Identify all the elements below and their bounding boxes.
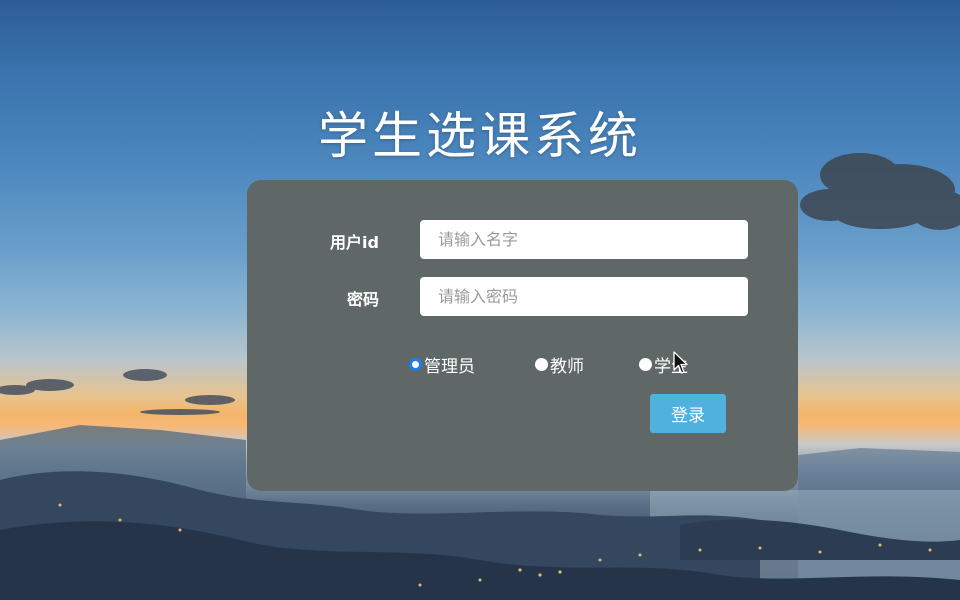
role-label-teacher: 教师 (550, 357, 584, 377)
mouse-pointer-icon (673, 351, 688, 374)
login-button[interactable]: 登录 (650, 394, 726, 433)
password-label: 密码 (346, 290, 379, 309)
user-id-input[interactable] (420, 220, 748, 259)
user-id-label: 用户id (330, 233, 379, 252)
role-option-admin[interactable]: 管理员 (409, 352, 475, 377)
page-title: 学生选课系统 (318, 107, 642, 165)
login-panel: 用户id 密码 管理员 教师 学生 登录 (247, 180, 798, 491)
role-option-teacher[interactable]: 教师 (535, 352, 584, 377)
radio-unchecked-icon[interactable] (639, 358, 652, 371)
password-input[interactable] (420, 277, 748, 316)
radio-checked-icon[interactable] (409, 358, 422, 371)
radio-unchecked-icon[interactable] (535, 358, 548, 371)
role-label-admin: 管理员 (424, 357, 475, 377)
